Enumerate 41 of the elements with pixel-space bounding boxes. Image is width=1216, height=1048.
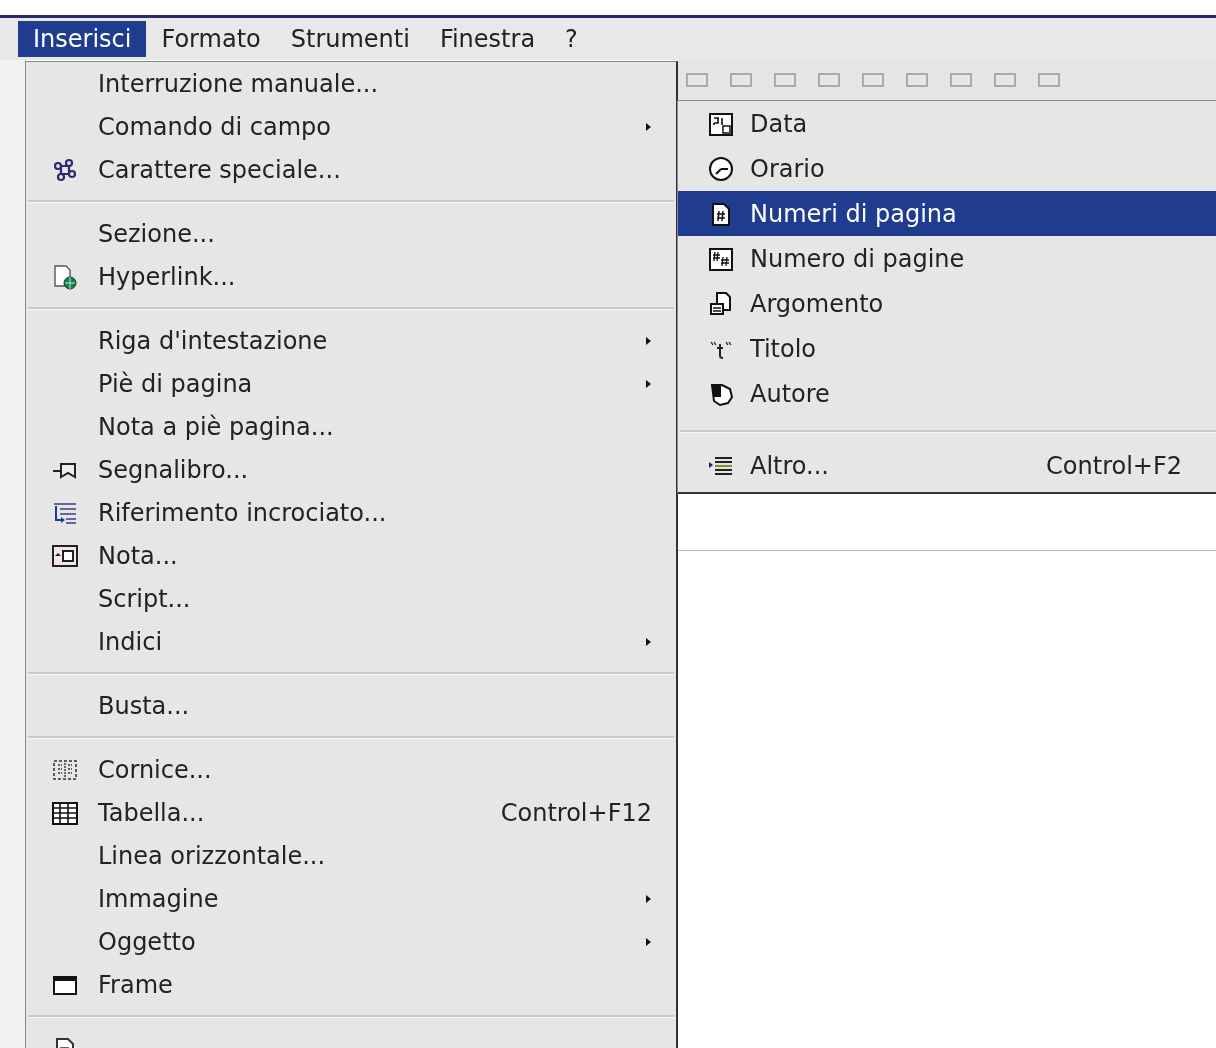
menu-item[interactable]: Hyperlink... [26,255,676,298]
menu-title[interactable]: Formato [146,21,276,57]
menu-item[interactable]: Autore [678,371,1216,416]
menu-item[interactable]: Nota a piè pagina... [26,405,676,448]
menu-item[interactable]: Segnalibro... [26,448,676,491]
menu-item[interactable]: Linea orizzontale... [26,834,676,877]
menu-item[interactable]: Numeri di pagina [678,191,1216,236]
menu-item[interactable]: Riferimento incrociato... [26,491,676,534]
menu-item[interactable]: Altro... Control+F2 [678,443,1216,488]
menu-item[interactable]: Busta... [26,684,676,727]
menu-item[interactable]: Oggetto [26,920,676,963]
menu-item[interactable]: Riga d'intestazione [26,319,676,362]
menu-item[interactable]: Interruzione manuale... [26,62,676,105]
menu-item[interactable]: Comando di campo [26,105,676,148]
menu-item[interactable]: Nota... [26,534,676,577]
menu-item[interactable]: Carattere speciale... [26,148,676,191]
document-globe-icon [52,263,78,290]
menu-item[interactable]: Numero di pagine [678,236,1216,281]
menu-title[interactable]: Strumenti [275,21,425,57]
menu-item[interactable]: Immagine [26,877,676,920]
menu-item[interactable]: Piè di pagina [26,362,676,405]
menu-item[interactable]: Tabella... Control+F12 [26,791,676,834]
menu-item[interactable]: Cornice... [26,748,676,791]
documents-icon [708,290,734,317]
menu-item[interactable]: Script... [26,577,676,620]
note-icon [52,542,78,569]
menu-item[interactable]: Titolo [678,326,1216,371]
menu-title[interactable]: Finestra [424,21,551,57]
menu-item[interactable]: Argomento [678,281,1216,326]
clock-icon [708,155,734,182]
menu-title[interactable]: ? [550,21,593,57]
menu-title[interactable]: Inserisci [18,21,147,57]
page-count-icon [708,245,734,272]
menu-item[interactable]: Orario [678,146,1216,191]
menu-item[interactable]: Frame [26,963,676,1006]
calendar-icon [708,110,734,137]
menu-item[interactable]: Indici [26,620,676,663]
menu-item[interactable]: Data [678,101,1216,146]
menu-item[interactable]: Sezione... [26,212,676,255]
table-icon [52,799,78,826]
command-icon [52,156,78,183]
